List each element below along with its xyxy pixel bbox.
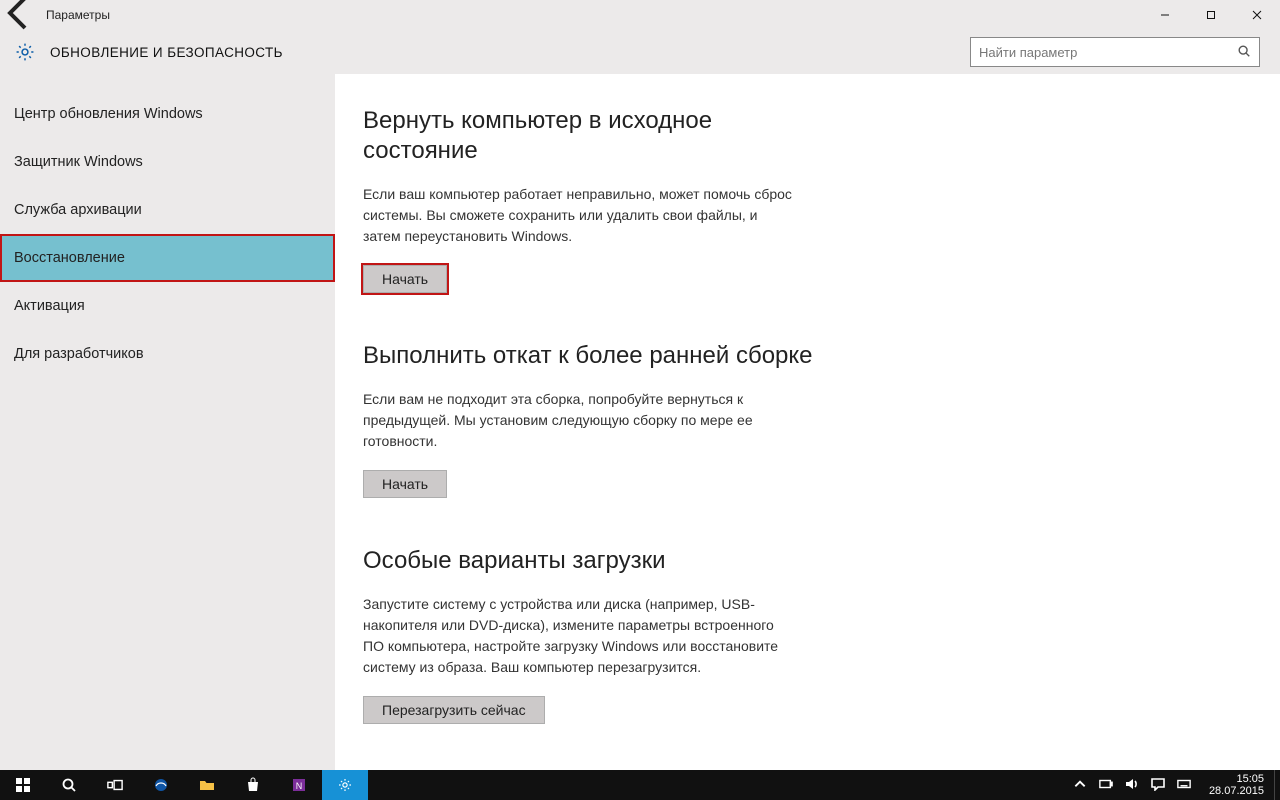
tray-chevron-up-icon[interactable] xyxy=(1073,777,1087,794)
restart-now-button[interactable]: Перезагрузить сейчас xyxy=(363,696,545,724)
svg-text:N: N xyxy=(296,781,303,791)
sidebar-item-backup[interactable]: Служба архивации xyxy=(0,186,335,234)
window-controls xyxy=(1142,0,1280,30)
volume-icon[interactable] xyxy=(1125,777,1139,794)
task-view-button[interactable] xyxy=(92,770,138,800)
store-taskbar-icon[interactable] xyxy=(230,770,276,800)
header-row: ОБНОВЛЕНИЕ И БЕЗОПАСНОСТЬ Найти параметр xyxy=(0,30,1280,74)
minimize-button[interactable] xyxy=(1142,0,1188,30)
file-explorer-taskbar-icon[interactable] xyxy=(184,770,230,800)
onenote-taskbar-icon[interactable]: N xyxy=(276,770,322,800)
rollback-start-button[interactable]: Начать xyxy=(363,470,447,498)
sidebar-item-windows-update[interactable]: Центр обновления Windows xyxy=(0,90,335,138)
maximize-button[interactable] xyxy=(1188,0,1234,30)
system-tray[interactable] xyxy=(1065,777,1199,794)
taskbar-clock[interactable]: 15:05 28.07.2015 xyxy=(1199,773,1274,797)
reset-pc-text: Если ваш компьютер работает неправильно,… xyxy=(363,184,793,247)
sidebar-item-label: Для разработчиков xyxy=(14,346,144,362)
edge-taskbar-icon[interactable] xyxy=(138,770,184,800)
gear-icon xyxy=(14,41,36,63)
sidebar-item-defender[interactable]: Защитник Windows xyxy=(0,138,335,186)
search-placeholder: Найти параметр xyxy=(979,45,1237,60)
section-title: ОБНОВЛЕНИЕ И БЕЗОПАСНОСТЬ xyxy=(50,45,283,60)
rollback-heading: Выполнить откат к более ранней сборке xyxy=(363,341,823,371)
reset-pc-start-button[interactable]: Начать xyxy=(363,265,447,293)
taskbar-search-button[interactable] xyxy=(46,770,92,800)
titlebar: Параметры xyxy=(0,0,1280,30)
rollback-text: Если вам не подходит эта сборка, попробу… xyxy=(363,389,793,452)
sidebar: Центр обновления Windows Защитник Window… xyxy=(0,74,335,770)
advanced-startup-heading: Особые варианты загрузки xyxy=(363,546,823,576)
start-button[interactable] xyxy=(0,770,46,800)
taskbar: N 15:05 28.07.2015 xyxy=(0,770,1280,800)
keyboard-icon[interactable] xyxy=(1177,777,1191,794)
sidebar-item-label: Центр обновления Windows xyxy=(14,106,203,122)
content-pane: Вернуть компьютер в исходное состояние Е… xyxy=(335,74,1280,770)
sidebar-item-label: Служба архивации xyxy=(14,202,142,218)
sidebar-item-label: Восстановление xyxy=(14,250,125,266)
sidebar-item-developers[interactable]: Для разработчиков xyxy=(0,330,335,378)
settings-taskbar-icon[interactable] xyxy=(322,770,368,800)
advanced-startup-text: Запустите систему с устройства или диска… xyxy=(363,594,793,678)
window-title: Параметры xyxy=(40,8,110,22)
sidebar-item-label: Защитник Windows xyxy=(14,154,143,170)
sidebar-item-activation[interactable]: Активация xyxy=(0,282,335,330)
sidebar-item-label: Активация xyxy=(14,298,85,314)
search-input[interactable]: Найти параметр xyxy=(970,37,1260,67)
settings-window: Параметры ОБНОВЛЕНИЕ И БЕЗОПАСНОСТЬ Найт… xyxy=(0,0,1280,770)
battery-icon[interactable] xyxy=(1099,777,1113,794)
search-icon xyxy=(1237,44,1251,61)
clock-time: 15:05 xyxy=(1209,773,1264,785)
close-button[interactable] xyxy=(1234,0,1280,30)
sidebar-item-recovery[interactable]: Восстановление xyxy=(0,234,335,282)
reset-pc-heading: Вернуть компьютер в исходное состояние xyxy=(363,106,823,166)
show-desktop-button[interactable] xyxy=(1274,770,1280,800)
action-center-icon[interactable] xyxy=(1151,777,1165,794)
clock-date: 28.07.2015 xyxy=(1209,785,1264,797)
